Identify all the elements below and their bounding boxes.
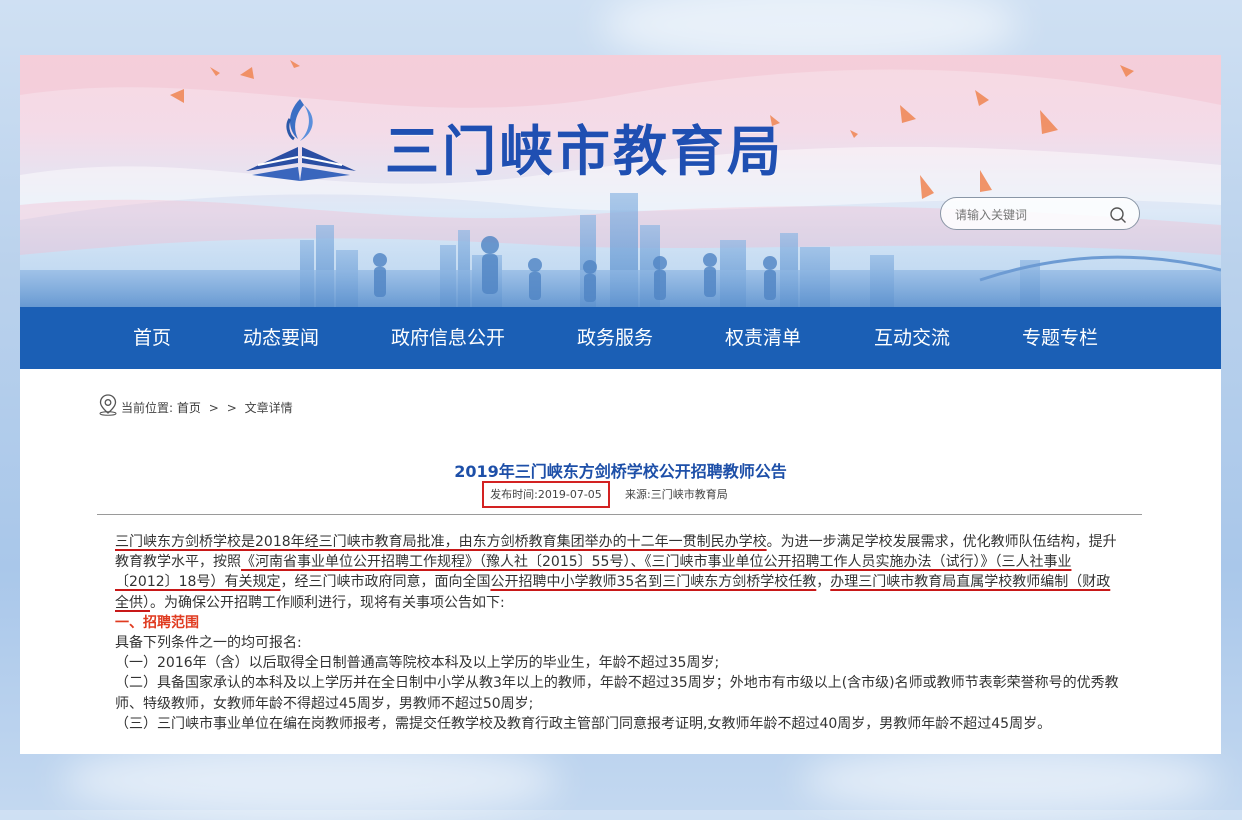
- article-paragraph: （三）三门峡市事业单位在编在岗教师报考，需提交任教学校及教育行政主管部门同意报考…: [115, 715, 1052, 732]
- site-title: 三门峡市教育局: [385, 120, 784, 183]
- divider: [97, 514, 1142, 515]
- nav-item-special-topics[interactable]: 专题专栏: [1022, 307, 1098, 369]
- breadcrumb-home-link[interactable]: 首页: [177, 401, 201, 415]
- main-nav: 首页 动态要闻 政府信息公开 政务服务 权责清单 互动交流 专题专栏: [20, 307, 1221, 369]
- article-title: 2019年三门峡东方剑桥学校公开招聘教师公告: [454, 462, 787, 481]
- nav-item-news[interactable]: 动态要闻: [243, 307, 319, 369]
- search-box: [940, 197, 1140, 230]
- web-page: 三门峡市教育局 首页 动态要闻 政府信息公开 政务服务 权责清单 互动交流 专题…: [20, 55, 1221, 754]
- article-source: 来源:三门峡市教育局: [625, 488, 728, 501]
- article-paragraph: （一）2016年（含）以后取得全日制普通高等院校本科及以上学历的毕业生，年龄不超…: [115, 655, 720, 672]
- article-body: 三门峡东方剑桥学校是2018年经三门峡市教育局批准，由东方剑桥教育集团举办的十二…: [115, 532, 1120, 734]
- paragraph-text: 。为确保公开招聘工作顺利进行，现将有关事项公告如下:: [150, 594, 505, 611]
- nav-item-services[interactable]: 政务服务: [577, 307, 653, 369]
- nav-item-home[interactable]: 首页: [133, 307, 171, 369]
- breadcrumb-separator: >: [208, 401, 219, 415]
- nav-item-interaction[interactable]: 互动交流: [874, 307, 950, 369]
- paragraph-text: ，经三门峡市政府同意，面向全国: [280, 574, 491, 591]
- nav-item-powers-list[interactable]: 权责清单: [725, 307, 801, 369]
- breadcrumb-separator: >: [226, 401, 237, 415]
- publish-date: 发布时间:2019-07-05: [482, 481, 610, 508]
- paragraph-text: ，: [816, 574, 831, 591]
- search-icon[interactable]: [1109, 206, 1127, 224]
- article-paragraph: 具备下列条件之一的均可报名:: [115, 635, 302, 652]
- breadcrumb-current: 文章详情: [244, 401, 293, 415]
- section-heading: 一、招聘范围: [115, 614, 199, 631]
- article-paragraph: 三门峡东方剑桥学校是2018年经三门峡市教育局批准，由东方剑桥教育集团举办的十二…: [115, 532, 1120, 613]
- education-bureau-logo-icon: [246, 99, 356, 181]
- site-banner: 三门峡市教育局: [20, 55, 1221, 307]
- article-meta: 发布时间:2019-07-05 来源:三门峡市教育局: [20, 481, 1221, 508]
- article-paragraph: （二）具备国家承认的本科及以上学历并在全日制中小学从教3年以上的教师，年龄不超过…: [115, 675, 1119, 712]
- nav-item-gov-info[interactable]: 政府信息公开: [391, 307, 505, 369]
- underlined-text: 三门峡东方剑桥学校是2018年经三门峡市教育局批准，由东方剑桥教育集团举办的十二…: [115, 534, 767, 550]
- underlined-text: 公开招聘中小学教师35名到三门峡东方剑桥学校任教: [490, 574, 817, 591]
- background-cloud: [800, 745, 1220, 815]
- location-pin-icon: [99, 394, 117, 416]
- breadcrumb-prefix: 当前位置:: [121, 401, 174, 415]
- search-input[interactable]: [953, 204, 1097, 226]
